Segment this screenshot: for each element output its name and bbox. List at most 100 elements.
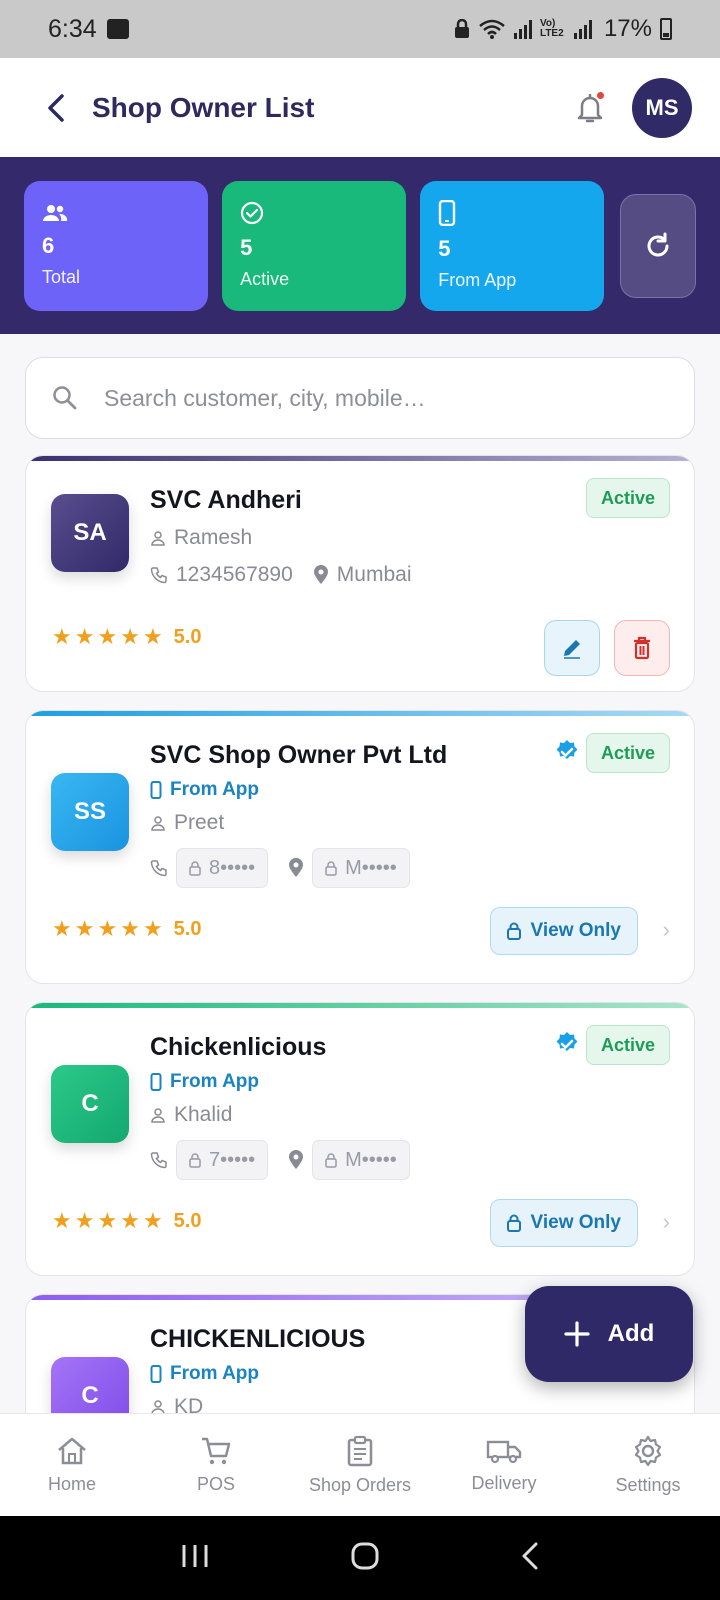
star-icon: ★ <box>74 624 95 649</box>
add-button[interactable]: Add <box>525 1286 693 1382</box>
battery-icon <box>660 18 672 40</box>
star-icon: ★ <box>74 916 95 941</box>
search-bar[interactable] <box>25 357 695 439</box>
shop-avatar: SS <box>51 773 129 851</box>
star-icon: ★ <box>52 624 72 649</box>
home-system-button[interactable] <box>350 1541 380 1576</box>
card-accent-line <box>26 456 694 461</box>
contact-row: 7••••• M••••• <box>150 1140 410 1180</box>
star-icon: ★ <box>97 1208 118 1233</box>
verified-badge-icon <box>556 1032 578 1051</box>
status-badge: Active <box>585 478 670 518</box>
cart-icon <box>202 1437 231 1464</box>
shop-avatar: C <box>51 1065 129 1143</box>
rating-row: ★ ★ ★ ★ ★ 5.0 <box>52 1208 201 1234</box>
star-icon: ★ <box>120 624 140 649</box>
status-bar: 6:34 Vo) LTE2 17% <box>0 0 720 58</box>
card-accent-line <box>26 1003 694 1008</box>
masked-phone: 8••••• <box>176 848 269 888</box>
nav-delivery[interactable]: Delivery <box>432 1414 576 1516</box>
masked-phone-value: 8••••• <box>209 856 256 879</box>
home-icon <box>58 1437 86 1464</box>
bottom-navigation: Home POS Shop Orders Delivery Settings <box>0 1413 720 1516</box>
signal-icon <box>513 19 532 39</box>
page-title: Shop Owner List <box>92 91 315 123</box>
person-icon <box>151 531 165 546</box>
trash-icon <box>634 636 650 660</box>
nav-shop-orders[interactable]: Shop Orders <box>288 1414 432 1516</box>
refresh-button[interactable] <box>620 193 696 298</box>
shop-avatar: SA <box>51 494 129 572</box>
shop-card[interactable]: SS SVC Shop Owner Pvt Ltd Active From Ap… <box>25 710 695 984</box>
nav-settings[interactable]: Settings <box>576 1414 720 1516</box>
view-only-button[interactable]: View Only <box>489 1199 638 1247</box>
owner-name: Preet <box>174 811 225 834</box>
lock-icon <box>325 860 337 876</box>
signal-icon-2 <box>573 19 592 39</box>
plus-icon <box>564 1321 590 1347</box>
shop-name: SVC Andheri <box>150 486 302 514</box>
rating-value: 5.0 <box>173 917 202 940</box>
chevron-right-icon[interactable]: › <box>663 1209 670 1235</box>
city: Mumbai <box>336 563 412 586</box>
notifications-button[interactable] <box>568 86 612 130</box>
stat-from-app-card[interactable]: 5 From App <box>420 180 605 311</box>
lock-icon <box>189 860 201 876</box>
source-label: From App <box>170 779 260 800</box>
back-button[interactable] <box>36 88 76 128</box>
phone-icon <box>439 200 456 226</box>
shop-card[interactable]: SA SVC Andheri Active Ramesh 1234567890 … <box>25 455 695 692</box>
lock-icon <box>189 1152 201 1168</box>
nav-pos-label: POS <box>196 1473 235 1494</box>
owner-row: Preet <box>150 811 224 835</box>
pencil-icon <box>564 640 580 659</box>
verified-badge-icon <box>556 740 578 759</box>
delete-button[interactable] <box>614 620 670 676</box>
rating-value: 5.0 <box>173 1209 202 1232</box>
wifi-icon <box>479 19 505 39</box>
nav-home[interactable]: Home <box>0 1414 144 1516</box>
system-navigation-bar <box>0 1516 720 1600</box>
gallery-icon <box>106 19 129 39</box>
shop-name: Chickenlicious <box>150 1033 327 1061</box>
search-input[interactable] <box>104 384 668 412</box>
system-back-button[interactable] <box>520 1541 540 1576</box>
contact-row: 1234567890 Mumbai <box>150 563 412 587</box>
star-icon: ★ <box>120 1208 140 1233</box>
users-icon <box>43 205 68 221</box>
status-badge: Active <box>585 733 670 773</box>
user-avatar[interactable]: MS <box>632 77 692 138</box>
masked-phone-value: 7••••• <box>209 1148 256 1171</box>
back-arrow-icon <box>48 93 64 122</box>
edit-button[interactable] <box>544 620 600 676</box>
truck-icon <box>486 1440 522 1463</box>
nav-pos[interactable]: POS <box>144 1414 288 1516</box>
stat-active-card[interactable]: 5 Active <box>222 180 407 311</box>
stat-from-app-value: 5 <box>438 236 451 261</box>
view-only-button[interactable]: View Only <box>489 907 638 955</box>
nav-settings-label: Settings <box>615 1474 681 1495</box>
chevron-right-icon[interactable]: › <box>663 917 670 943</box>
phone-call-icon <box>150 567 167 584</box>
location-pin-icon <box>313 565 328 584</box>
phone-number: 1234567890 <box>176 563 293 586</box>
recent-apps-button[interactable] <box>180 1542 210 1575</box>
notification-dot <box>597 91 604 99</box>
clipboard-icon <box>347 1435 373 1466</box>
stats-band: 6 Total 5 Active 5 From App <box>0 157 720 334</box>
owner-row: Khalid <box>150 1103 232 1127</box>
source-tag: From App <box>150 779 259 801</box>
search-icon <box>53 386 77 410</box>
owner-name: Khalid <box>174 1103 233 1126</box>
stat-total-card[interactable]: 6 Total <box>24 180 209 311</box>
person-icon <box>151 816 165 831</box>
phone-icon <box>150 1073 162 1091</box>
person-icon <box>151 1108 165 1123</box>
phone-call-icon <box>150 860 167 877</box>
view-only-label: View Only <box>530 1212 621 1233</box>
nav-shop-orders-label: Shop Orders <box>308 1474 412 1495</box>
contact-row: 8••••• M••••• <box>150 848 410 888</box>
check-circle-icon <box>241 201 264 225</box>
shop-card[interactable]: C Chickenlicious Active From App Khalid … <box>25 1002 695 1276</box>
status-time: 6:34 <box>48 14 97 43</box>
